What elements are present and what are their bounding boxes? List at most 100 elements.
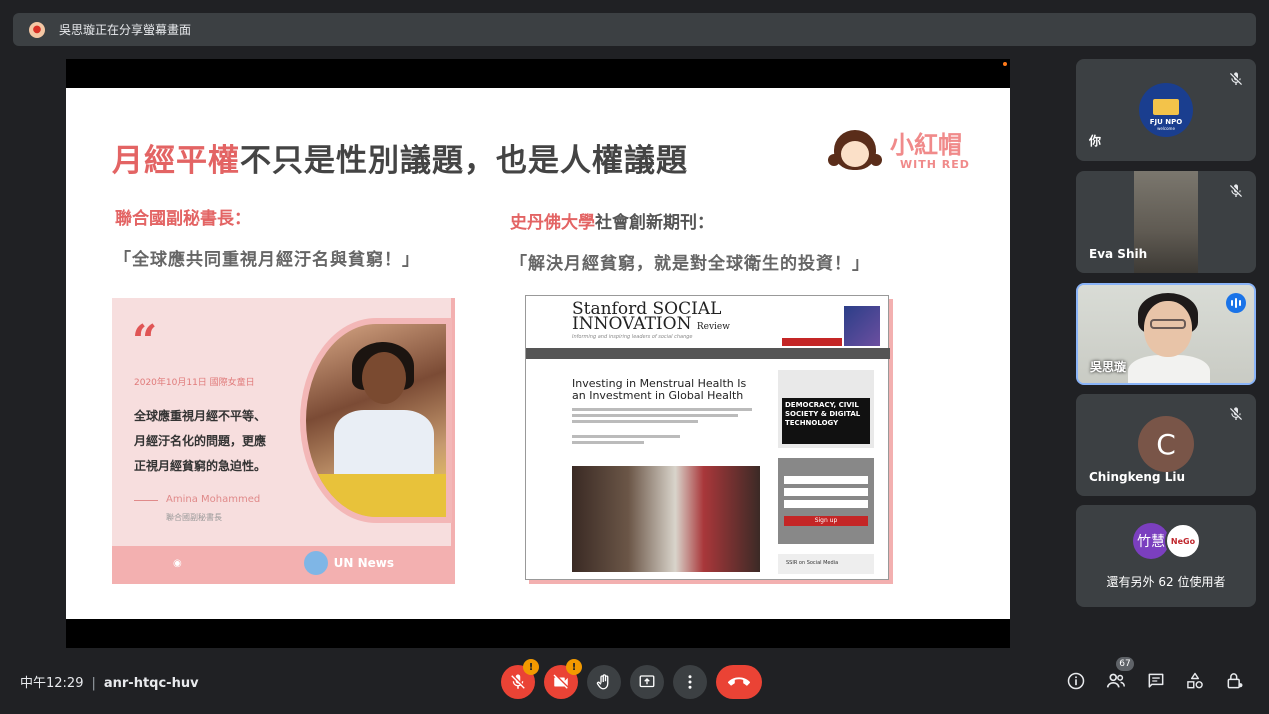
participant-tile-speaker[interactable]: 吳思璇 bbox=[1076, 283, 1256, 385]
activities-button[interactable] bbox=[1183, 669, 1207, 693]
separator: | bbox=[91, 676, 96, 691]
mascot-small-icon: ◉ bbox=[172, 557, 182, 569]
right-heading-rest: 社會創新期刊： bbox=[595, 213, 714, 233]
card-body-line: 全球應重視月經不平等、 bbox=[134, 409, 267, 423]
other-avatar: NeGo bbox=[1165, 523, 1201, 559]
ssir-screenshot: Stanford SOCIAL INNOVATION Review Inform… bbox=[525, 295, 890, 580]
participant-name: 吳思璇 bbox=[1090, 360, 1127, 374]
share-banner-text: 吳思璇正在分享螢幕畫面 bbox=[59, 23, 192, 37]
ssir-nav bbox=[526, 348, 890, 359]
left-heading: 聯合國副秘書長： bbox=[115, 209, 251, 229]
ssir-article-photo bbox=[572, 466, 760, 572]
activities-icon bbox=[1187, 672, 1203, 689]
presentation-stage: 月經平權不只是性別議題，也是人權議題 小紅帽 WITH RED 聯合國副秘書長：… bbox=[66, 59, 1010, 648]
ssir-masthead-suffix: Review bbox=[696, 322, 730, 332]
logo-en: WITH RED bbox=[900, 157, 970, 171]
avatar-label: FJU NPO bbox=[1149, 118, 1183, 126]
more-options-button[interactable] bbox=[673, 665, 707, 699]
speaking-indicator-icon bbox=[1226, 293, 1246, 313]
card-footer: ◉ UN News bbox=[112, 546, 455, 580]
signature-line bbox=[134, 500, 158, 501]
participant-name: Eva Shih bbox=[1089, 247, 1148, 261]
ssir-side-ad: DEMOCRACY, CIVIL SOCIETY & DIGITAL TECHN… bbox=[778, 370, 874, 448]
with-red-logo: 小紅帽 WITH RED bbox=[828, 128, 970, 174]
ssir-side-ad-text: DEMOCRACY, CIVIL SOCIETY & DIGITAL TECHN… bbox=[782, 398, 870, 444]
right-quote: 「解決月經貧窮，就是對全球衛生的投資！」 bbox=[510, 254, 870, 274]
book-icon bbox=[1153, 99, 1179, 115]
mic-toggle-button[interactable]: ! bbox=[501, 659, 539, 699]
present-icon bbox=[639, 675, 655, 688]
un-emblem-icon bbox=[303, 551, 328, 575]
card-signature-title: 聯合國副秘書長 bbox=[166, 513, 222, 522]
participant-tile-chingkeng[interactable]: C Chingkeng Liu bbox=[1076, 394, 1256, 496]
slide: 月經平權不只是性別議題，也是人權議題 小紅帽 WITH RED 聯合國副秘書長：… bbox=[66, 88, 1010, 619]
mic-off-icon bbox=[511, 674, 525, 689]
presenter-avatar-icon: ● bbox=[29, 21, 45, 38]
magazine-cover bbox=[844, 306, 880, 346]
bottom-bar: 中午12:29 | anr-htqc-huv ! ! 67 bbox=[0, 655, 1269, 714]
warning-icon: ! bbox=[566, 659, 582, 675]
participant-video: 吳思璇 bbox=[1078, 285, 1254, 383]
chat-icon bbox=[1148, 673, 1164, 688]
participant-tile-self[interactable]: FJU NPO welcome 你 bbox=[1076, 59, 1256, 161]
more-vert-icon bbox=[688, 675, 692, 689]
leave-call-button[interactable] bbox=[716, 665, 762, 699]
camera-toggle-button[interactable]: ! bbox=[544, 659, 582, 699]
left-quote: 「全球應共同重視月經汙名與貧窮！」 bbox=[114, 250, 420, 270]
ssir-article-text bbox=[572, 408, 752, 447]
avatar-sublabel: welcome bbox=[1157, 126, 1175, 131]
un-quote-card: “ 2020年10月11日 國際女童日 全球應重視月經不平等、 月經汙名化的問題… bbox=[112, 298, 455, 584]
chat-button[interactable] bbox=[1144, 669, 1168, 693]
clock: 中午12:29 bbox=[20, 676, 84, 691]
ssir-signup-button: Sign up bbox=[784, 516, 868, 526]
ssir-masthead: Stanford SOCIAL INNOVATION Review bbox=[572, 301, 730, 335]
recording-dot bbox=[1003, 62, 1007, 66]
ssir-signup-box: Sign up bbox=[778, 458, 874, 544]
participant-tile-eva[interactable]: Eva Shih bbox=[1076, 171, 1256, 273]
un-news-label: UN News bbox=[333, 556, 395, 570]
mic-off-icon bbox=[1230, 407, 1242, 420]
meeting-code: anr-htqc-huv bbox=[103, 676, 199, 691]
camera-off-icon bbox=[553, 674, 568, 689]
un-news-logo: UN News bbox=[303, 551, 395, 575]
fju-npo-avatar: FJU NPO welcome bbox=[1139, 83, 1193, 137]
participant-name: 你 bbox=[1089, 134, 1102, 148]
ssir-masthead-line2: INNOVATION bbox=[572, 314, 692, 334]
card-date: 2020年10月11日 國際女童日 bbox=[134, 378, 255, 388]
initial-avatar: C bbox=[1138, 416, 1194, 472]
ssir-article-title: Investing in Menstrual Health Is an Inve… bbox=[572, 377, 747, 402]
screen-share-banner: ● 吳思璇正在分享螢幕畫面 bbox=[13, 13, 1256, 46]
card-body-line: 正視月經貧窮的急迫性。 bbox=[134, 459, 267, 473]
host-controls-button[interactable] bbox=[1223, 669, 1247, 693]
quote-mark-icon: “ bbox=[132, 316, 158, 367]
others-count-label: 還有另外 62 位使用者 bbox=[1106, 575, 1226, 589]
card-body-line: 月經汙名化的問題，更應 bbox=[134, 434, 267, 448]
raise-hand-button[interactable] bbox=[587, 665, 621, 699]
ssir-red-bar bbox=[782, 338, 842, 346]
info-icon bbox=[1067, 672, 1085, 690]
card-body: 全球應重視月經不平等、 月經汙名化的問題，更應 正視月經貧窮的急迫性。 bbox=[134, 404, 294, 479]
other-avatar: 竹慧 bbox=[1133, 523, 1169, 559]
mic-off-icon bbox=[1230, 72, 1242, 85]
schoolgirl-photo bbox=[300, 318, 452, 523]
others-tile[interactable]: 竹慧 NeGo 還有另外 62 位使用者 bbox=[1076, 505, 1256, 607]
present-screen-button[interactable] bbox=[630, 665, 664, 699]
right-heading-highlight: 史丹佛大學 bbox=[510, 213, 595, 233]
logo-cn: 小紅帽 bbox=[890, 130, 962, 159]
mic-off-icon bbox=[1230, 184, 1242, 197]
ssir-social-box: SSIR on Social Media bbox=[778, 554, 874, 574]
hang-up-icon bbox=[728, 677, 750, 686]
lock-person-icon bbox=[1227, 673, 1243, 689]
slide-title: 月經平權不只是性別議題，也是人權議題 bbox=[112, 135, 688, 180]
people-button[interactable] bbox=[1104, 669, 1128, 693]
people-count-badge: 67 bbox=[1116, 657, 1134, 671]
hand-icon bbox=[596, 674, 609, 690]
people-icon bbox=[1106, 673, 1125, 688]
right-heading: 史丹佛大學社會創新期刊： bbox=[510, 208, 714, 233]
warning-icon: ! bbox=[523, 659, 539, 675]
ssir-tagline: Informing and inspiring leaders of socia… bbox=[572, 334, 693, 340]
meeting-details-button[interactable] bbox=[1064, 669, 1088, 693]
girl-mascot-icon bbox=[828, 128, 882, 174]
slide-title-highlight: 月經平權 bbox=[112, 143, 240, 179]
meeting-info: 中午12:29 | anr-htqc-huv bbox=[20, 672, 199, 691]
